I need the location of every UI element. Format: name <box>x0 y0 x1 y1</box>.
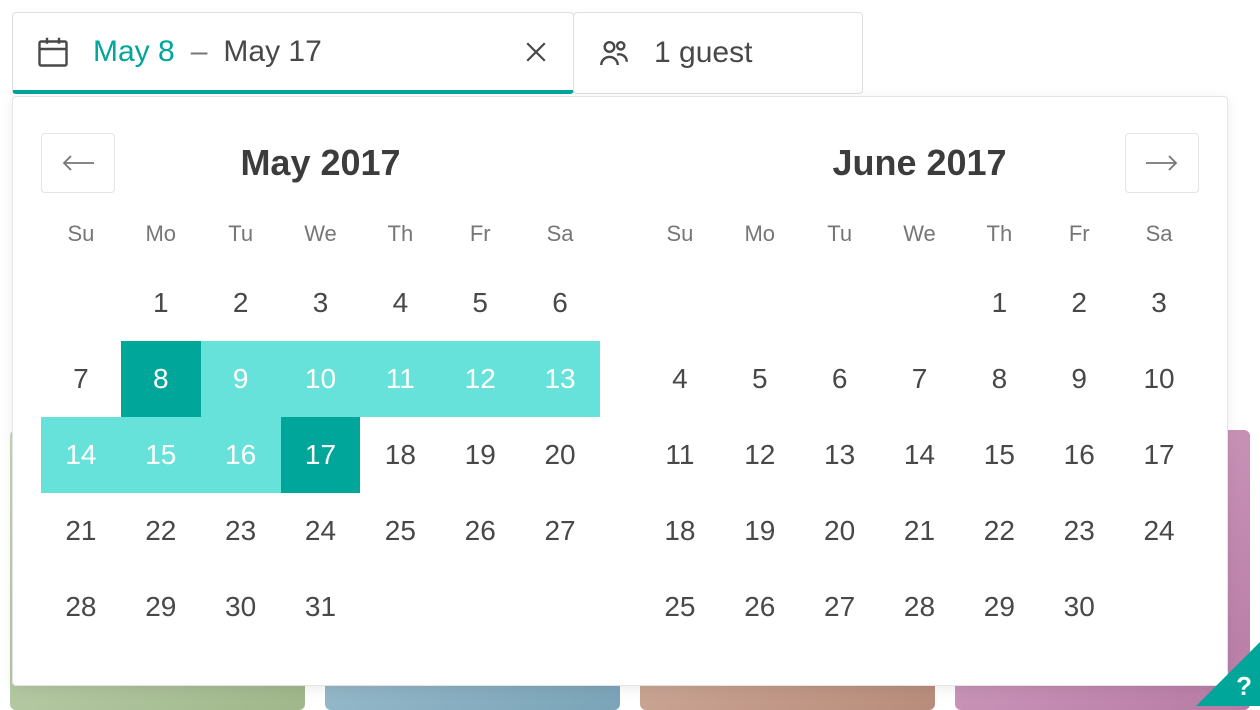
calendar-day[interactable]: 25 <box>640 569 720 645</box>
weekday-header: Sa <box>1119 221 1199 265</box>
calendar-day[interactable]: 24 <box>1119 493 1199 569</box>
calendar-day[interactable]: 4 <box>640 341 720 417</box>
month-title-right: June 2017 <box>640 133 1199 193</box>
calendar-day[interactable]: 12 <box>440 341 520 417</box>
calendar-day[interactable]: 28 <box>41 569 121 645</box>
calendar-day[interactable]: 20 <box>800 493 880 569</box>
date-end-label: May 17 <box>223 35 321 69</box>
calendar-day[interactable]: 24 <box>281 493 361 569</box>
calendar-day[interactable]: 13 <box>520 341 600 417</box>
calendar-day[interactable]: 14 <box>880 417 960 493</box>
calendar-day-empty <box>640 265 720 341</box>
date-separator: – <box>191 35 208 69</box>
calendar-day[interactable]: 22 <box>121 493 201 569</box>
next-month-button[interactable] <box>1125 133 1199 193</box>
calendar-icon <box>35 34 71 70</box>
weekday-header: Tu <box>201 221 281 265</box>
calendar-day[interactable]: 29 <box>959 569 1039 645</box>
month-left: May 2017 SuMoTuWeThFrSa 1234567891011121… <box>41 133 600 665</box>
calendar-day[interactable]: 9 <box>201 341 281 417</box>
calendar-day[interactable]: 3 <box>281 265 361 341</box>
month-right: June 2017 SuMoTuWeThFrSa 123456789101112… <box>640 133 1199 665</box>
prev-month-button[interactable] <box>41 133 115 193</box>
calendar-day[interactable]: 2 <box>1039 265 1119 341</box>
calendar-day[interactable]: 9 <box>1039 341 1119 417</box>
calendar-day[interactable]: 25 <box>360 493 440 569</box>
calendar-day[interactable]: 21 <box>880 493 960 569</box>
calendar-day[interactable]: 13 <box>800 417 880 493</box>
calendar-day[interactable]: 6 <box>800 341 880 417</box>
clear-dates-icon[interactable] <box>521 37 551 67</box>
calendar-day[interactable]: 1 <box>959 265 1039 341</box>
calendar-day-empty <box>41 265 121 341</box>
date-range-pill[interactable]: May 8 – May 17 <box>12 12 574 94</box>
calendar-day[interactable]: 23 <box>201 493 281 569</box>
calendar-day-empty <box>720 265 800 341</box>
weekday-header: Fr <box>1039 221 1119 265</box>
calendar-day[interactable]: 17 <box>1119 417 1199 493</box>
calendar-day[interactable]: 12 <box>720 417 800 493</box>
calendar-day[interactable]: 6 <box>520 265 600 341</box>
calendar-day[interactable]: 5 <box>720 341 800 417</box>
weekday-header: Su <box>41 221 121 265</box>
calendar-day[interactable]: 17 <box>281 417 361 493</box>
calendar-day[interactable]: 5 <box>440 265 520 341</box>
calendar-day[interactable]: 28 <box>880 569 960 645</box>
weekday-header: Th <box>360 221 440 265</box>
weekday-header: We <box>880 221 960 265</box>
weekday-header: Su <box>640 221 720 265</box>
calendar-day[interactable]: 3 <box>1119 265 1199 341</box>
weekday-header: Th <box>959 221 1039 265</box>
search-bar-row: May 8 – May 17 1 guest <box>12 12 863 94</box>
date-picker-popover: May 2017 SuMoTuWeThFrSa 1234567891011121… <box>12 96 1228 686</box>
calendar-day[interactable]: 16 <box>1039 417 1119 493</box>
calendar-day[interactable]: 21 <box>41 493 121 569</box>
calendar-day[interactable]: 10 <box>1119 341 1199 417</box>
calendar-day[interactable]: 20 <box>520 417 600 493</box>
calendar-day[interactable]: 10 <box>281 341 361 417</box>
calendar-day[interactable]: 2 <box>201 265 281 341</box>
guest-count-pill[interactable]: 1 guest <box>573 12 863 94</box>
weekday-header: We <box>281 221 361 265</box>
calendar-day[interactable]: 14 <box>41 417 121 493</box>
calendar-day[interactable]: 16 <box>201 417 281 493</box>
calendar-day[interactable]: 19 <box>440 417 520 493</box>
calendar-day[interactable]: 26 <box>440 493 520 569</box>
calendar-day[interactable]: 7 <box>41 341 121 417</box>
guests-icon <box>596 35 632 71</box>
calendar-day-empty <box>800 265 880 341</box>
date-start-label: May 8 <box>93 35 175 69</box>
calendar-day-empty <box>880 265 960 341</box>
calendar-day[interactable]: 8 <box>959 341 1039 417</box>
weekday-header: Sa <box>520 221 600 265</box>
calendar-day[interactable]: 19 <box>720 493 800 569</box>
calendar-day[interactable]: 30 <box>201 569 281 645</box>
weekday-header: Mo <box>121 221 201 265</box>
calendar-day[interactable]: 27 <box>520 493 600 569</box>
calendar-day[interactable]: 26 <box>720 569 800 645</box>
calendar-day[interactable]: 22 <box>959 493 1039 569</box>
weekday-header: Tu <box>800 221 880 265</box>
weekday-header: Mo <box>720 221 800 265</box>
calendar-day[interactable]: 27 <box>800 569 880 645</box>
calendar-day[interactable]: 18 <box>640 493 720 569</box>
help-icon[interactable]: ? <box>1236 671 1252 702</box>
calendar-day[interactable]: 30 <box>1039 569 1119 645</box>
calendar-day[interactable]: 15 <box>959 417 1039 493</box>
month-title-left: May 2017 <box>41 133 600 193</box>
calendar-day[interactable]: 29 <box>121 569 201 645</box>
weekday-header: Fr <box>440 221 520 265</box>
calendar-day[interactable]: 31 <box>281 569 361 645</box>
calendar-day[interactable]: 4 <box>360 265 440 341</box>
calendar-day[interactable]: 11 <box>360 341 440 417</box>
guest-count-label: 1 guest <box>654 36 752 70</box>
calendar-day[interactable]: 7 <box>880 341 960 417</box>
calendar-day[interactable]: 1 <box>121 265 201 341</box>
calendar-day[interactable]: 23 <box>1039 493 1119 569</box>
calendar-day[interactable]: 18 <box>360 417 440 493</box>
calendar-day[interactable]: 8 <box>121 341 201 417</box>
calendar-day[interactable]: 15 <box>121 417 201 493</box>
calendar-day[interactable]: 11 <box>640 417 720 493</box>
